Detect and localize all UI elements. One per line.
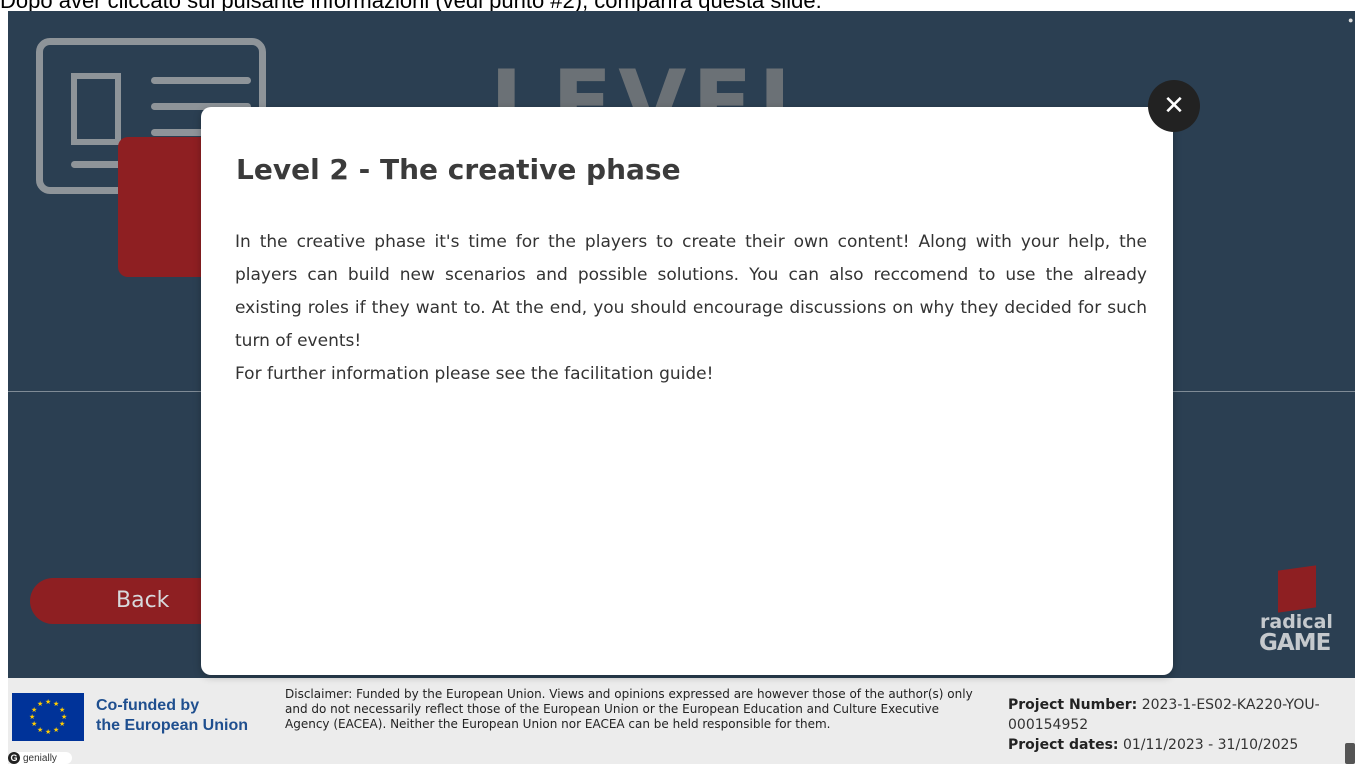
project-dates-value: 01/11/2023 - 31/10/2025	[1122, 737, 1299, 753]
cofunded-text: Co-funded by the European Union	[96, 696, 248, 736]
footer: ★ ★ ★ ★ ★ ★ ★ ★ ★ ★ ★ ★ Co-funded by the…	[8, 678, 1355, 764]
corner-indicator-icon: ●	[1348, 15, 1354, 25]
brand-line1: radical	[1260, 611, 1333, 633]
genially-logo-icon: G	[8, 752, 20, 764]
modal-paragraph: In the creative phase it's time for the …	[235, 232, 1147, 351]
cofunded-line1: Co-funded by	[96, 697, 200, 714]
genially-badge[interactable]: Ggenially	[8, 752, 72, 764]
genially-label: genially	[23, 753, 57, 764]
modal-paragraph: For further information please see the f…	[235, 364, 714, 384]
corner-tab[interactable]	[1345, 743, 1355, 764]
project-number: Project Number: 2023-1-ES02-KA220-YOU-00…	[1008, 695, 1353, 735]
brand-line2: GAME	[1259, 630, 1331, 656]
close-icon[interactable]: ✕	[1148, 80, 1200, 132]
modal-title: Level 2 - The creative phase	[236, 153, 681, 186]
project-info: Project Number: 2023-1-ES02-KA220-YOU-00…	[1008, 695, 1353, 755]
disclaimer-text: Disclaimer: Funded by the European Union…	[285, 687, 973, 731]
modal-body: In the creative phase it's time for the …	[235, 226, 1147, 391]
project-dates-label: Project dates:	[1008, 737, 1119, 753]
project-dates: Project dates: 01/11/2023 - 31/10/2025	[1008, 735, 1353, 755]
id-card-photo	[71, 73, 121, 145]
info-modal: Level 2 - The creative phase In the crea…	[201, 107, 1173, 675]
project-number-label: Project Number:	[1008, 697, 1138, 713]
id-card-line	[151, 77, 251, 84]
radical-game-logo: radical GAME	[1256, 565, 1348, 668]
eu-flag-icon: ★ ★ ★ ★ ★ ★ ★ ★ ★ ★ ★ ★	[12, 693, 84, 741]
radical-game-cube-icon	[1278, 565, 1316, 613]
cofunded-line2: the European Union	[96, 717, 248, 734]
